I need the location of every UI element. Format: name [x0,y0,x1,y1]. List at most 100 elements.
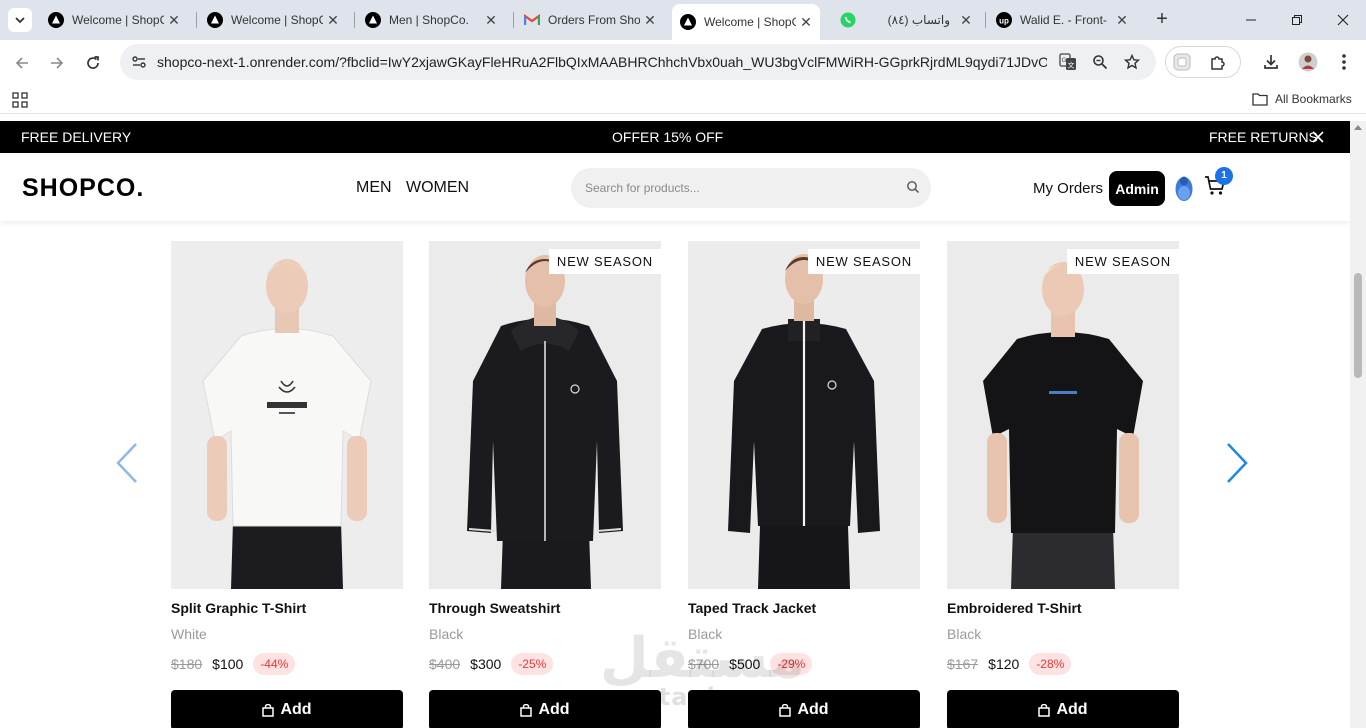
svg-text:G: G [1062,57,1067,64]
new-tab-button[interactable]: + [1150,8,1174,32]
shopping-bag-icon [1038,703,1051,717]
add-label: Add [1056,701,1088,718]
shopco-triangle-icon [680,14,696,30]
tab-title: Orders From ShopCo [548,13,640,27]
cart-count-badge: 1 [1215,167,1233,185]
translate-icon[interactable]: 文G [1057,51,1079,73]
model-white-tshirt-image [171,241,403,589]
scroll-up-arrow-icon[interactable] [1354,125,1362,130]
close-icon[interactable] [1310,129,1326,145]
tab-title: Welcome | ShopCo [704,15,796,29]
model-black-track-jacket-image [688,241,920,589]
all-bookmarks-button[interactable]: All Bookmarks [1252,92,1352,106]
discount-badge: -44% [253,653,296,675]
browser-toolbar: shopco-next-1.onrender.com/?fbclid=IwY2x… [0,40,1366,86]
my-orders-link[interactable]: My Orders [1033,180,1103,197]
apps-grid-icon[interactable] [12,92,28,113]
browser-tab[interactable]: Welcome | ShopCo ✕ [199,6,347,34]
minimize-button[interactable] [1228,0,1274,40]
new-season-badge: NEW SEASON [807,249,920,274]
search-icon[interactable] [906,180,920,194]
admin-button[interactable]: Admin [1109,171,1165,206]
free-delivery-text: FREE DELIVERY [21,129,132,145]
svg-text:文: 文 [1068,61,1075,70]
whatsapp-icon [840,12,856,28]
product-card[interactable]: Split Graphic T-Shirt White $180 $100 -4… [171,241,403,728]
carousel-prev-arrow-icon[interactable] [114,441,140,485]
minimize-icon [1246,19,1256,21]
browser-tab[interactable]: up Walid E. - Front- ✕ [988,6,1136,34]
restore-button[interactable] [1274,0,1320,40]
close-tab-icon[interactable]: ✕ [164,12,184,29]
discount-badge: -28% [1029,653,1072,675]
nav-men[interactable]: MEN [356,179,392,197]
add-to-cart-button[interactable]: Add [947,690,1179,728]
model-black-tshirt-image [947,241,1179,589]
reload-button[interactable] [80,50,106,76]
product-name[interactable]: Embroidered T-Shirt [947,600,1179,616]
close-window-button[interactable] [1320,0,1366,40]
product-prices: $180 $100 -44% [171,652,403,676]
product-color: Black [947,626,982,642]
close-icon [1337,14,1349,26]
add-to-cart-button[interactable]: Add [171,690,403,728]
forward-button[interactable] [44,50,70,76]
close-tab-icon[interactable]: ✕ [323,12,343,29]
new-season-badge: NEW SEASON [1066,249,1179,274]
product-image[interactable] [171,241,403,589]
bookmark-star-icon[interactable] [1121,51,1143,73]
close-tab-icon[interactable]: ✕ [1112,12,1132,29]
close-tab-icon[interactable]: ✕ [481,12,501,29]
product-card[interactable]: NEW SEASON Embroidered T-Shirt Black $16… [947,241,1179,728]
site-settings-icon[interactable] [128,51,150,73]
product-name[interactable]: Taped Track Jacket [688,600,920,616]
search-input[interactable] [585,179,885,197]
profile-avatar-icon[interactable] [1297,51,1319,73]
add-label: Add [280,701,312,718]
scrollbar-thumb[interactable] [1354,273,1362,378]
browser-tab[interactable]: (٨٤) واتساب ✕ [832,6,980,34]
browser-tab[interactable]: Welcome | ShopCo ✕ [40,6,188,34]
tab-title: Walid E. - Front- [1020,13,1107,27]
sale-price: $120 [988,656,1020,672]
carousel-next-arrow-icon[interactable] [1224,441,1250,485]
site-logo[interactable]: SHOPCO. [22,174,144,203]
watermark-arabic: مستقل [600,626,805,691]
product-name[interactable]: Split Graphic T-Shirt [171,600,403,616]
product-color: White [171,626,207,642]
extension-app-icon[interactable] [1171,51,1193,73]
extensions-puzzle-icon[interactable] [1207,51,1229,73]
close-tab-icon[interactable]: ✕ [796,14,816,31]
product-image[interactable]: NEW SEASON [947,241,1179,589]
more-menu-icon[interactable] [1333,51,1355,73]
product-prices: $167 $120 -28% [947,652,1179,676]
arrow-right-icon [51,57,64,69]
browser-tab-strip: Welcome | ShopCo ✕ Welcome | ShopCo ✕ Me… [0,0,1366,40]
nav-women[interactable]: WOMEN [406,179,469,197]
tab-search-button[interactable] [8,8,32,32]
close-tab-icon[interactable]: ✕ [956,12,976,29]
model-black-hoodie-image [429,241,661,589]
tab-title: Welcome | ShopCo [72,13,164,27]
extensions-group [1165,46,1241,78]
address-bar[interactable]: shopco-next-1.onrender.com/?fbclid=IwY2x… [120,44,1156,80]
sale-price: $100 [212,656,244,672]
product-image[interactable]: NEW SEASON [688,241,920,589]
shopco-triangle-icon [207,12,223,28]
product-name[interactable]: Through Sweatshirt [429,600,661,616]
download-icon[interactable] [1260,51,1282,73]
sale-price: $300 [470,656,502,672]
watermark-latin: mostaql.com [600,683,785,711]
page-scrollbar[interactable] [1350,121,1366,728]
restore-icon [1292,15,1302,25]
browser-tab[interactable]: Orders From ShopCo ✕ [516,6,664,34]
back-button[interactable] [9,50,35,76]
url-text[interactable]: shopco-next-1.onrender.com/?fbclid=IwY2x… [157,54,1047,70]
close-tab-icon[interactable]: ✕ [640,12,660,29]
zoom-icon[interactable] [1089,51,1111,73]
browser-tab[interactable]: Men | ShopCo. ✕ [357,6,505,34]
shopping-bag-icon [520,703,533,717]
product-image[interactable]: NEW SEASON [429,241,661,589]
browser-tab-active[interactable]: Welcome | ShopCo ✕ [672,4,820,40]
user-avatar-icon[interactable] [1175,173,1193,203]
